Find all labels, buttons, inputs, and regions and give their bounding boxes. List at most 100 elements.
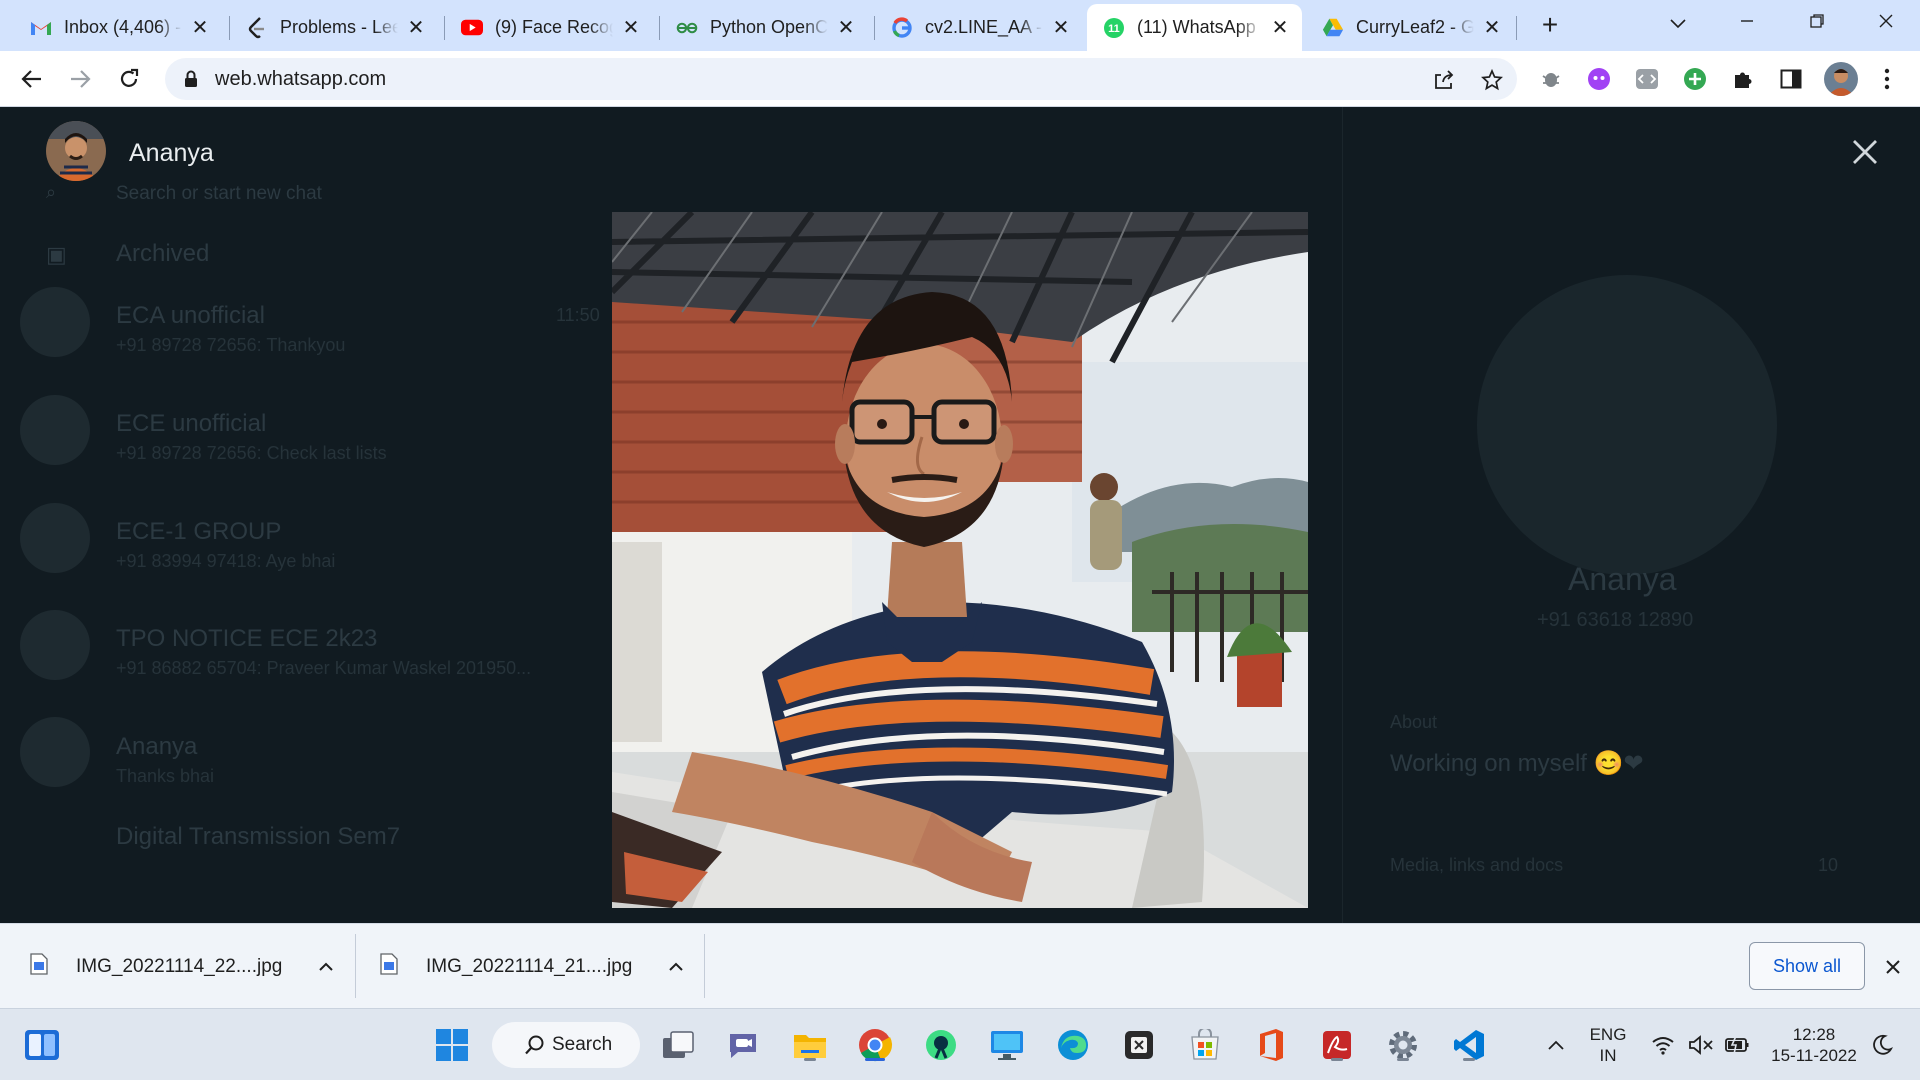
clock[interactable]: 12:28 15-11-2022 [1764,1024,1864,1066]
bug-extension-icon[interactable] [1538,66,1564,92]
widgets-icon[interactable] [22,1025,62,1065]
tab-google-search[interactable]: cv2.LINE_AA - ( ✕ [875,4,1083,51]
show-all-downloads-button[interactable]: Show all [1749,942,1865,990]
office-icon[interactable] [1251,1025,1291,1065]
browser-menu-icon[interactable] [1874,66,1900,92]
tab-geeksforgeeks[interactable]: Python OpenC ✕ [660,4,868,51]
tab-search-button[interactable] [1658,8,1698,38]
google-icon [891,16,913,39]
purple-extension-icon[interactable] [1586,66,1612,92]
svg-text:11: 11 [1108,23,1120,35]
leetcode-icon [246,16,268,39]
extensions-puzzle-icon[interactable] [1730,66,1756,92]
chat-preview: +91 83994 97418: Aye bhai [116,551,336,571]
address-bar[interactable]: web.whatsapp.com [165,58,1517,100]
settings-gear-icon[interactable] [1383,1025,1423,1065]
close-icon[interactable]: ✕ [1051,15,1071,40]
file-explorer-icon[interactable] [790,1025,830,1065]
tab-title: (9) Face Recogn [495,17,613,37]
microsoft-store-icon[interactable] [1185,1025,1225,1065]
code-extension-icon[interactable] [1634,66,1660,92]
download-item[interactable]: IMG_20221114_22....jpg [30,924,336,1009]
tab-title: Inbox (4,406) - [64,17,182,37]
gmail-icon [30,17,52,39]
tab-youtube[interactable]: (9) Face Recogn ✕ [445,4,653,51]
search-label: Search [552,1034,613,1055]
tab-title: Python OpenC [710,17,828,37]
google-drive-icon [1322,17,1344,39]
tab-title: (11) WhatsApp [1137,17,1256,37]
teams-chat-icon[interactable] [723,1025,763,1065]
minimize-button[interactable] [1727,8,1767,38]
chat-preview: +91 86882 65704: Praveer Kumar Waskel 20… [116,658,532,678]
pdf-reader-icon[interactable] [1317,1025,1357,1065]
chat-name: ECA unofficial [116,302,265,329]
contact-photo-large [1477,275,1777,575]
green-plus-extension-icon[interactable] [1682,66,1708,92]
restore-button[interactable] [1797,8,1837,38]
volume-muted-icon[interactable] [1683,1025,1719,1065]
tab-title: cv2.LINE_AA - ( [925,17,1043,37]
profile-avatar[interactable] [1824,62,1858,96]
window-close-button[interactable] [1866,8,1906,38]
tab-whatsapp[interactable]: 11 (11) WhatsApp ✕ [1087,4,1302,51]
android-studio-icon[interactable] [921,1025,961,1065]
battery-charging-icon[interactable] [1719,1025,1755,1065]
tab-title: CurryLeaf2 - G [1356,17,1474,37]
download-filename: IMG_20221114_21....jpg [426,955,633,977]
chat-name: Digital Transmission Sem7 [116,823,401,850]
tab-gmail[interactable]: Inbox (4,406) - ✕ [14,4,222,51]
geeksforgeeks-icon [676,17,698,39]
archive-icon: ▣ [46,242,67,267]
tab-leetcode[interactable]: Problems - Lee ✕ [230,4,438,51]
chat-avatar [20,287,90,357]
do-not-disturb-moon-icon[interactable] [1864,1025,1900,1065]
windows-start-icon[interactable] [432,1025,472,1065]
remote-desktop-icon[interactable] [987,1025,1027,1065]
url-text: web.whatsapp.com [215,67,387,90]
chat-time: 11:50 [556,305,600,325]
tab-strip: Inbox (4,406) - ✕ Problems - Lee ✕ (9) F… [0,0,1920,51]
reload-button[interactable] [113,63,145,95]
media-viewer-header: Ananya [0,107,1920,199]
share-icon[interactable] [1432,68,1456,92]
chevron-up-icon[interactable] [1536,1025,1576,1065]
contact-name: Ananya [1568,561,1677,597]
back-button[interactable] [16,63,48,95]
close-icon[interactable]: ✕ [406,15,426,40]
bookmark-star-icon[interactable] [1480,68,1504,92]
chrome-taskbar-icon[interactable] [855,1025,895,1065]
close-shelf-icon[interactable] [1880,954,1906,980]
chevron-up-icon[interactable] [666,962,686,972]
taskbar-search[interactable]: Search [492,1022,640,1068]
close-icon[interactable]: ✕ [1482,15,1502,40]
lock-icon[interactable] [181,70,201,88]
vscode-icon[interactable] [1449,1025,1489,1065]
tab-google-drive[interactable]: CurryLeaf2 - G ✕ [1306,4,1514,51]
close-icon[interactable]: ✕ [1270,15,1290,40]
chat-preview: +91 89728 72656: Thankyou [116,335,346,355]
edge-browser-icon[interactable] [1053,1025,1093,1065]
task-view-icon[interactable] [658,1025,698,1065]
language-indicator[interactable]: ENG IN [1586,1024,1630,1066]
new-tab-button[interactable]: + [1535,10,1565,40]
close-icon[interactable]: ✕ [621,15,641,40]
chat-name: Ananya [116,733,198,760]
close-icon[interactable]: ✕ [190,15,210,40]
chat-avatar [20,395,90,465]
chat-preview: +91 89728 72656: Check last lists [116,443,387,463]
image-file-icon [380,953,398,980]
forward-button[interactable] [64,63,96,95]
side-panel-icon[interactable] [1778,66,1804,92]
contact-avatar[interactable] [46,121,106,181]
close-viewer-icon[interactable] [1847,134,1883,170]
tab-title: Problems - Lee [280,17,398,37]
chevron-up-icon[interactable] [316,962,336,972]
download-item[interactable]: IMG_20221114_21....jpg [380,924,686,1009]
wifi-icon[interactable] [1645,1025,1681,1065]
download-shelf: IMG_20221114_22....jpg IMG_20221114_21..… [0,923,1920,1008]
notes-app-icon[interactable] [1119,1025,1159,1065]
about-text: Working on myself 😊❤ [1390,750,1644,777]
contact-phone: +91 63618 12890 [1537,609,1694,631]
close-icon[interactable]: ✕ [836,15,856,40]
